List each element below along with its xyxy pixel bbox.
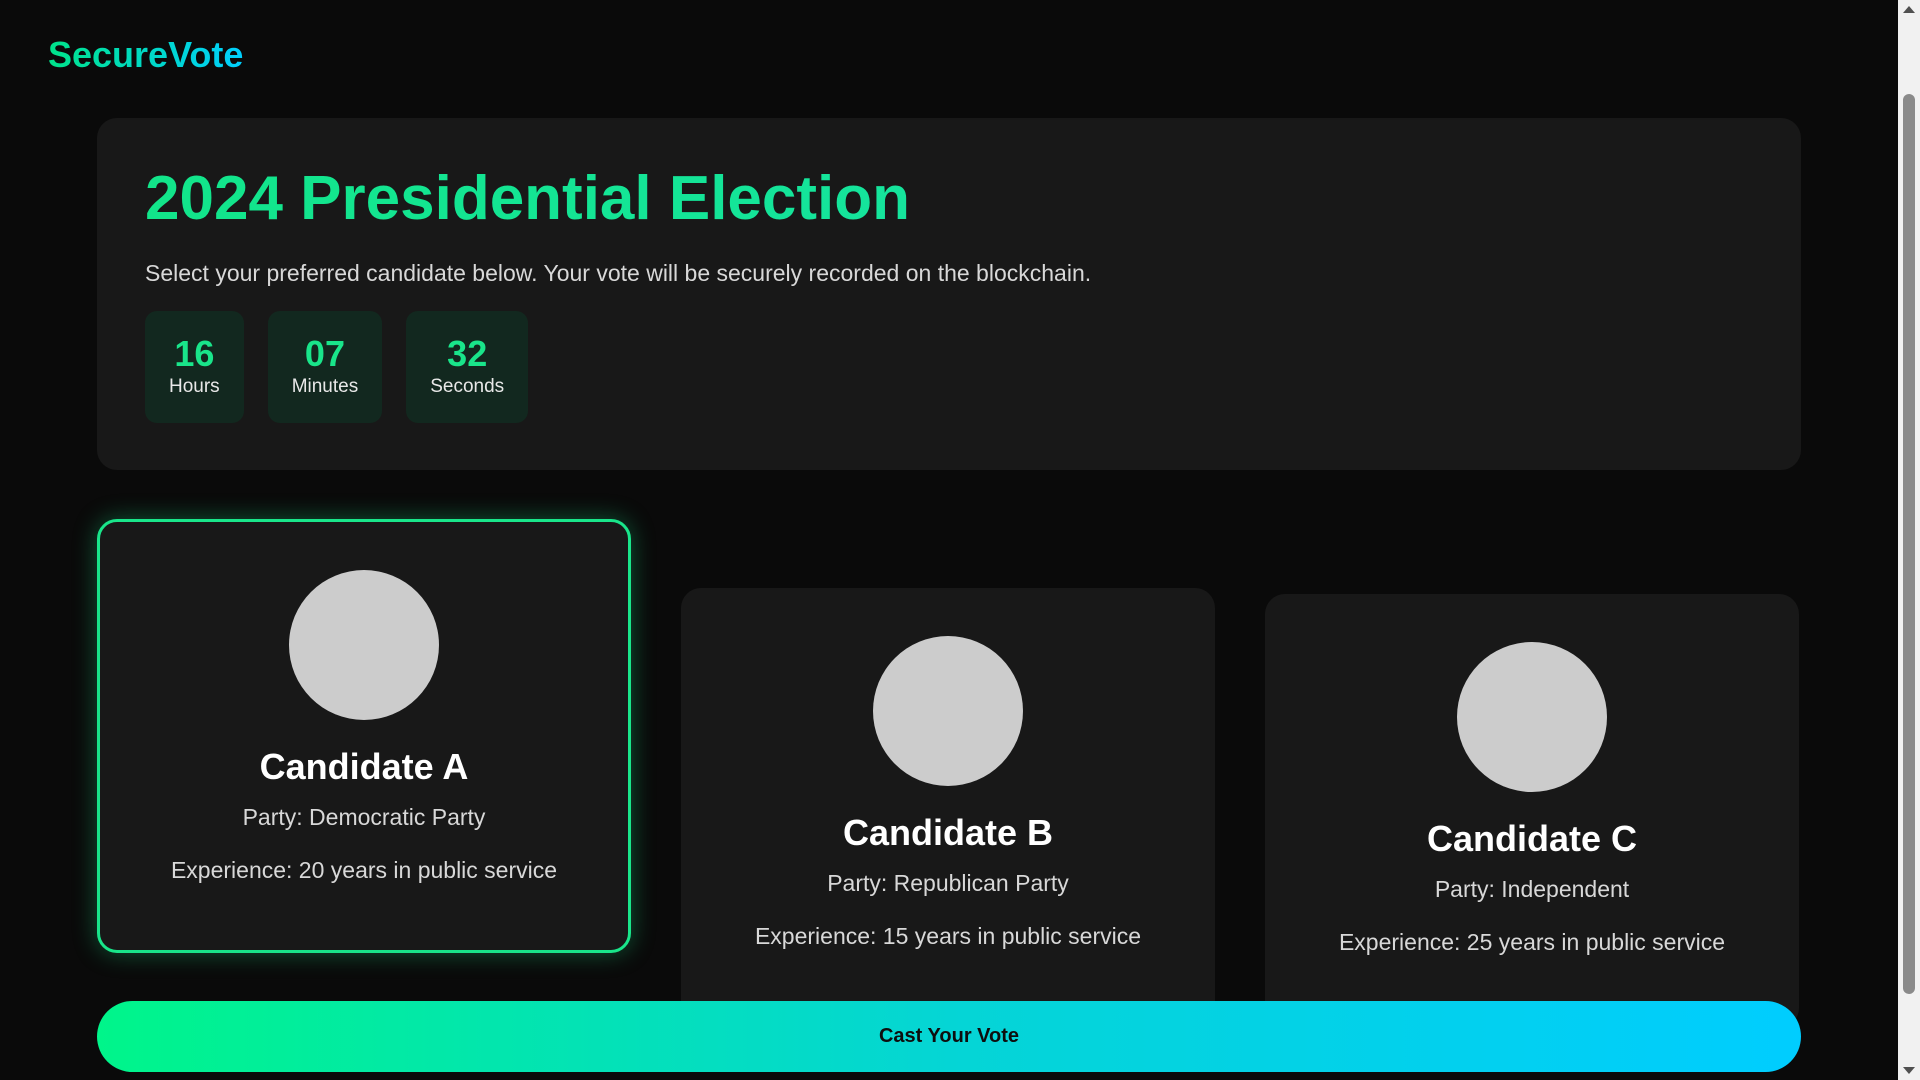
timer-hours-label: Hours <box>169 376 220 397</box>
candidate-avatar <box>289 570 439 720</box>
candidate-avatar <box>1457 642 1607 792</box>
candidate-card-c[interactable]: Candidate C Party: Independent Experienc… <box>1265 594 1799 1028</box>
candidate-name: Candidate C <box>1426 818 1638 859</box>
election-description: Select your preferred candidate below. Y… <box>145 260 1092 286</box>
timer-minutes-value: 07 <box>304 333 345 374</box>
timer-hours-value: 16 <box>174 333 215 374</box>
candidate-experience: Experience: 15 years in public service <box>754 923 1142 949</box>
app-logo[interactable]: SecureVote <box>48 34 243 76</box>
timer-seconds: 32 Seconds <box>406 311 529 423</box>
timer-hours: 16 Hours <box>145 311 244 423</box>
election-title: 2024 Presidential Election <box>145 168 1753 230</box>
candidate-card-a[interactable]: Candidate A Party: Democratic Party Expe… <box>97 519 631 953</box>
candidate-experience: Experience: 20 years in public service <box>170 857 558 883</box>
scrollbar-thumb[interactable] <box>1903 94 1915 994</box>
candidate-experience: Experience: 25 years in public service <box>1338 929 1726 955</box>
candidate-party: Party: Democratic Party <box>242 804 486 830</box>
candidate-name: Candidate B <box>842 812 1054 853</box>
countdown-timer: 16 Hours 07 Minutes 32 Seconds <box>145 311 1753 423</box>
candidate-avatar <box>873 636 1023 786</box>
cast-vote-button[interactable]: Cast Your Vote <box>97 1001 1801 1072</box>
timer-seconds-value: 32 <box>447 333 488 374</box>
scroll-up-icon[interactable] <box>1903 6 1915 13</box>
candidate-party: Party: Republican Party <box>827 870 1069 896</box>
candidate-card-b[interactable]: Candidate B Party: Republican Party Expe… <box>681 588 1215 1022</box>
candidate-party: Party: Independent <box>1434 876 1630 902</box>
page-scrollbar[interactable] <box>1898 0 1920 1080</box>
candidate-name: Candidate A <box>259 746 469 787</box>
timer-minutes-label: Minutes <box>291 376 359 397</box>
election-header-panel: 2024 Presidential Election Select your p… <box>97 118 1801 470</box>
scroll-down-icon[interactable] <box>1903 1067 1915 1074</box>
timer-seconds-label: Seconds <box>430 376 505 397</box>
timer-minutes: 07 Minutes <box>267 311 383 423</box>
